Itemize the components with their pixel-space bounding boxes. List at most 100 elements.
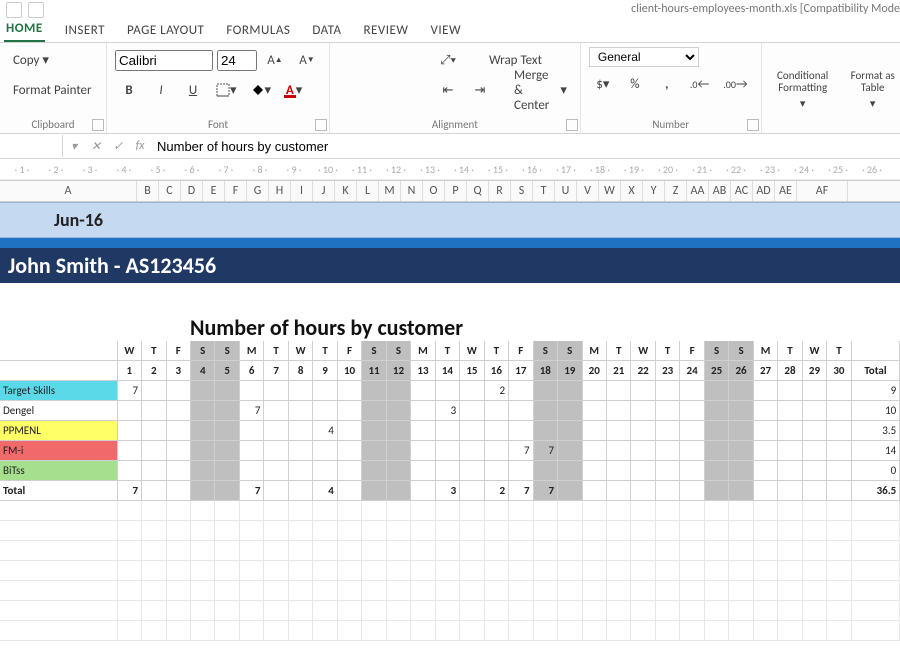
table-cell[interactable]: [680, 421, 704, 440]
table-cell[interactable]: [607, 381, 631, 400]
table-cell[interactable]: 7: [509, 481, 533, 500]
table-cell[interactable]: [607, 461, 631, 480]
table-cell[interactable]: [387, 481, 411, 500]
table-cell[interactable]: [289, 421, 313, 440]
table-cell[interactable]: [583, 441, 607, 460]
table-cell[interactable]: [142, 441, 166, 460]
decrease-indent-icon[interactable]: ⇤: [434, 77, 462, 103]
increase-decimal-icon[interactable]: .0←: [685, 71, 714, 97]
table-cell[interactable]: [387, 421, 411, 440]
table-cell[interactable]: [607, 421, 631, 440]
table-cell[interactable]: [754, 461, 778, 480]
format-as-table-button[interactable]: Format as Table▾: [840, 47, 900, 113]
underline-button[interactable]: U: [179, 77, 207, 103]
dialog-launcher-icon[interactable]: [566, 119, 578, 131]
table-cell[interactable]: [754, 401, 778, 420]
table-cell[interactable]: [631, 481, 655, 500]
table-cell[interactable]: [313, 381, 337, 400]
table-cell[interactable]: [729, 481, 753, 500]
col-header[interactable]: Y: [643, 181, 665, 201]
table-cell[interactable]: [827, 381, 851, 400]
table-cell[interactable]: [460, 401, 484, 420]
table-cell[interactable]: [631, 381, 655, 400]
table-cell[interactable]: [142, 421, 166, 440]
table-cell[interactable]: [827, 421, 851, 440]
table-cell[interactable]: [729, 381, 753, 400]
border-icon[interactable]: ▾: [211, 77, 242, 103]
col-header[interactable]: G: [247, 181, 269, 201]
table-cell[interactable]: [387, 461, 411, 480]
table-cell[interactable]: [264, 481, 288, 500]
bold-button[interactable]: B: [115, 77, 143, 103]
table-cell[interactable]: [167, 401, 191, 420]
increase-font-icon[interactable]: A▲: [261, 47, 289, 73]
table-cell[interactable]: [167, 441, 191, 460]
table-cell[interactable]: [142, 401, 166, 420]
table-cell[interactable]: [631, 461, 655, 480]
col-header[interactable]: M: [379, 181, 401, 201]
align-bottom-icon[interactable]: [402, 47, 430, 73]
table-cell[interactable]: [167, 421, 191, 440]
align-middle-icon[interactable]: [370, 47, 398, 73]
col-header[interactable]: B: [137, 181, 159, 201]
table-cell[interactable]: [680, 441, 704, 460]
table-cell[interactable]: [436, 461, 460, 480]
table-cell[interactable]: [387, 441, 411, 460]
dialog-launcher-icon[interactable]: [747, 119, 759, 131]
fill-color-icon[interactable]: ▾: [246, 77, 277, 103]
table-cell[interactable]: [754, 441, 778, 460]
col-header[interactable]: Z: [665, 181, 687, 201]
table-cell[interactable]: [118, 401, 142, 420]
table-cell[interactable]: [240, 381, 264, 400]
table-cell[interactable]: [754, 421, 778, 440]
table-cell[interactable]: [411, 481, 435, 500]
table-cell[interactable]: [607, 441, 631, 460]
table-cell[interactable]: [313, 461, 337, 480]
table-cell[interactable]: [729, 421, 753, 440]
table-cell[interactable]: [215, 441, 239, 460]
table-cell[interactable]: [460, 441, 484, 460]
table-cell[interactable]: [142, 381, 166, 400]
table-cell[interactable]: [240, 441, 264, 460]
table-cell[interactable]: [778, 461, 802, 480]
table-cell[interactable]: 2: [485, 481, 509, 500]
table-cell[interactable]: [583, 481, 607, 500]
table-cell[interactable]: [485, 461, 509, 480]
table-cell[interactable]: [558, 441, 582, 460]
font-color-icon[interactable]: A▾: [280, 77, 308, 103]
col-header[interactable]: T: [533, 181, 555, 201]
col-header[interactable]: W: [599, 181, 621, 201]
table-cell[interactable]: [729, 401, 753, 420]
table-cell[interactable]: [191, 381, 215, 400]
table-cell[interactable]: [778, 381, 802, 400]
table-cell[interactable]: [362, 381, 386, 400]
table-cell[interactable]: [680, 461, 704, 480]
table-cell[interactable]: [485, 421, 509, 440]
table-cell[interactable]: [778, 421, 802, 440]
table-cell[interactable]: [338, 481, 362, 500]
table-cell[interactable]: [705, 481, 729, 500]
table-cell[interactable]: [534, 381, 558, 400]
col-header[interactable]: U: [555, 181, 577, 201]
table-cell[interactable]: [338, 461, 362, 480]
table-cell[interactable]: [656, 421, 680, 440]
table-cell[interactable]: [167, 381, 191, 400]
table-cell[interactable]: [680, 381, 704, 400]
table-cell[interactable]: [142, 481, 166, 500]
table-cell[interactable]: [827, 481, 851, 500]
table-cell[interactable]: [362, 401, 386, 420]
table-cell[interactable]: [191, 481, 215, 500]
name-box[interactable]: [0, 135, 63, 157]
table-cell[interactable]: [656, 461, 680, 480]
merge-center-button[interactable]: Merge & Center▾: [498, 77, 572, 103]
table-cell[interactable]: [705, 401, 729, 420]
table-cell[interactable]: [558, 421, 582, 440]
table-cell[interactable]: [583, 381, 607, 400]
table-cell[interactable]: [754, 381, 778, 400]
col-header[interactable]: X: [621, 181, 643, 201]
table-cell[interactable]: [313, 401, 337, 420]
col-header[interactable]: D: [181, 181, 203, 201]
table-cell[interactable]: [338, 441, 362, 460]
col-header[interactable]: AF: [797, 181, 848, 201]
table-cell[interactable]: [215, 481, 239, 500]
